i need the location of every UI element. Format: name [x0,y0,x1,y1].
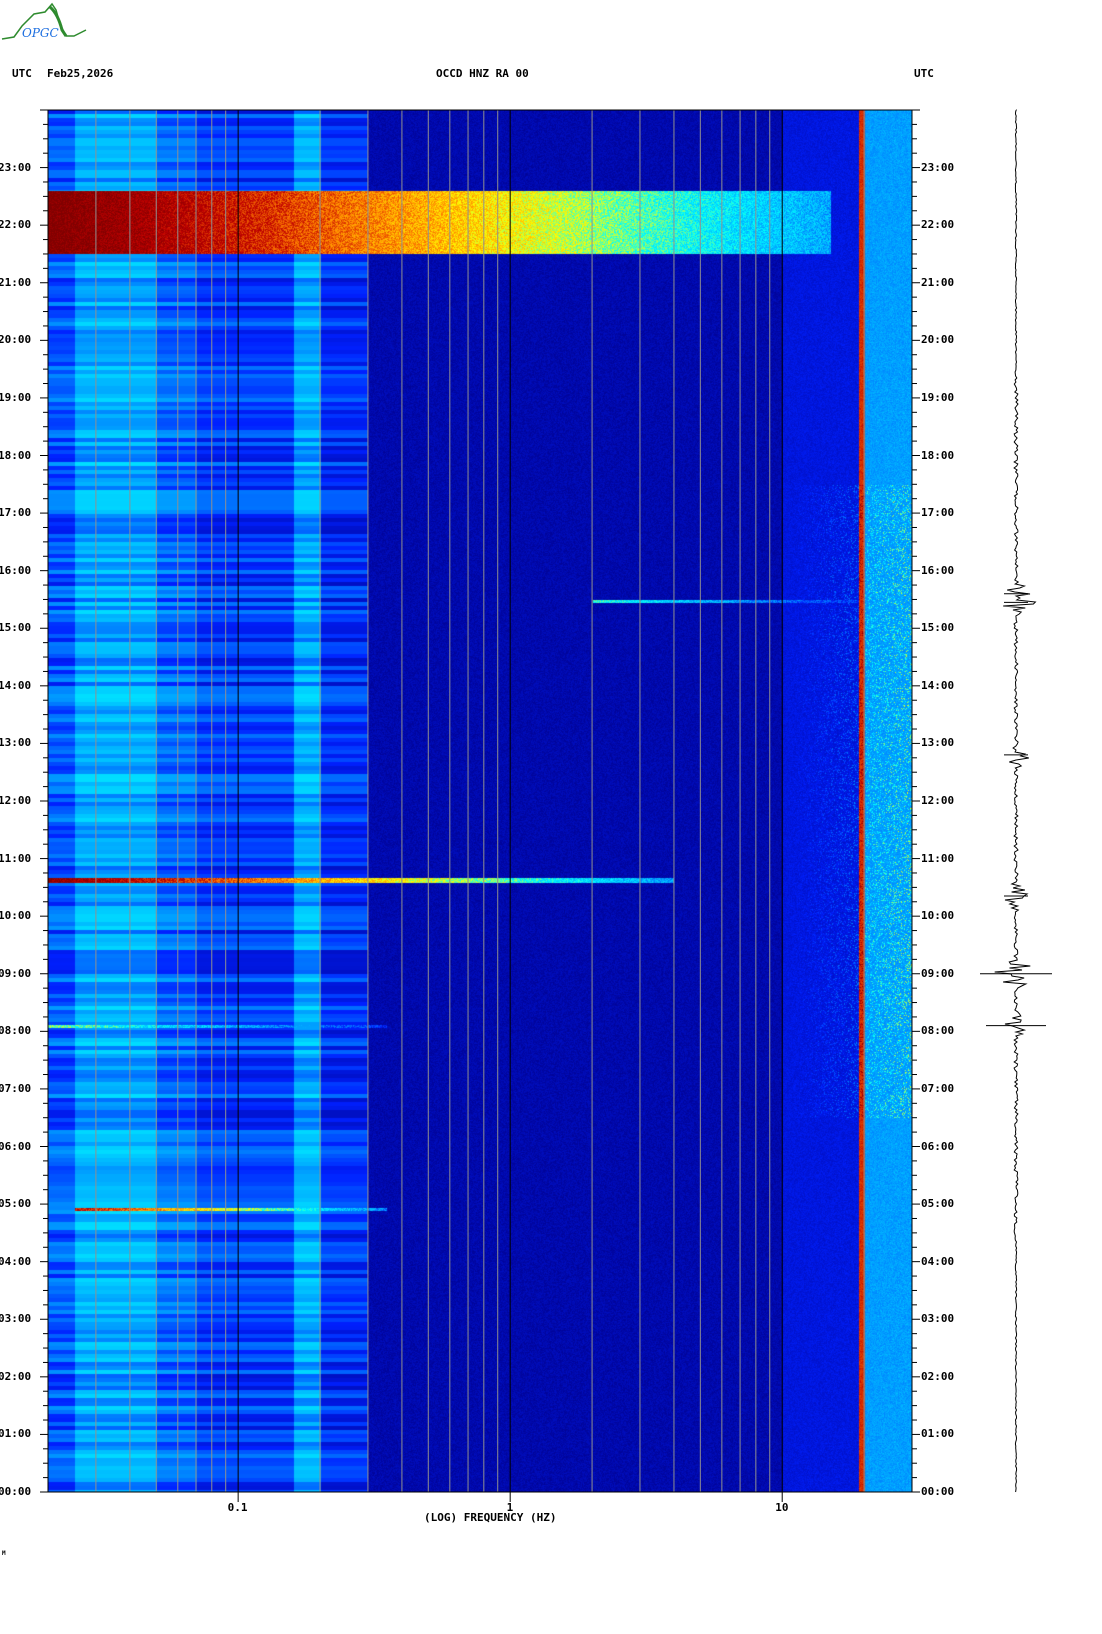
y-tick-label-left: 23:00 [0,160,32,174]
y-tick-label-left: 18:00 [0,448,32,462]
y-tick-label-left: 16:00 [0,563,32,577]
event-broadband-event [48,191,830,254]
x-axis-label: (LOG) FREQUENCY (HZ) [424,1511,557,1524]
y-tick-label-left: 13:00 [0,736,32,750]
y-tick-label-right: 06:00 [921,1139,955,1153]
y-tick-label-right: 07:00 [921,1081,955,1095]
event-event-0800 [48,1025,386,1028]
y-tick-label-right: 19:00 [921,390,955,404]
y-tick-label-right: 10:00 [921,909,955,923]
x-tick-label: 10 [775,1501,789,1514]
y-tick-label-right: 04:00 [921,1254,955,1268]
y-tick-label-left: 22:00 [0,218,32,232]
y-tick-label-right: 08:00 [921,1024,955,1038]
y-tick-label-right: 03:00 [921,1312,955,1326]
x-tick-label: 0.1 [227,1501,248,1514]
y-tick-label-left: 03:00 [0,1312,32,1326]
y-tick-label-right: 05:00 [921,1197,955,1211]
y-tick-label-right: 21:00 [921,275,955,289]
y-tick-label-left: 00:00 [0,1485,32,1498]
y-tick-label-left: 09:00 [0,966,32,980]
y-tick-label-left: 14:00 [0,678,32,692]
y-tick-label-right: 17:00 [921,506,955,520]
y-tick-label-left: 20:00 [0,333,32,347]
y-tick-label-right: 22:00 [921,218,955,232]
seismogram-trace [994,109,1037,1493]
y-tick-label-left: 07:00 [0,1081,32,1095]
y-tick-label-left: 21:00 [0,275,32,289]
y-tick-label-right: 11:00 [921,851,955,865]
y-tick-label-right: 13:00 [921,736,955,750]
event-event-1530 [592,599,864,602]
y-tick-label-left: 04:00 [0,1254,32,1268]
y-tick-label-left: 01:00 [0,1427,32,1441]
y-tick-label-left: 12:00 [0,794,32,807]
y-tick-label-right: 02:00 [921,1369,955,1383]
event-event-0500 [74,1208,386,1211]
y-tick-label-right: 16:00 [921,563,955,577]
y-tick-label-right: 15:00 [921,621,955,635]
y-tick-label-right: 20:00 [921,333,955,347]
event-teleseism-line [48,877,674,883]
y-tick-label-left: 08:00 [0,1024,32,1038]
y-tick-label-left: 19:00 [0,390,32,404]
y-tick-label-right: 14:00 [921,678,955,692]
y-tick-label-right: 01:00 [921,1427,955,1441]
footer-mark: M [2,1550,6,1557]
y-tick-label-left: 10:00 [0,909,32,923]
y-tick-label-left: 05:00 [0,1197,32,1211]
y-tick-label-left: 11:00 [0,851,32,865]
y-tick-label-left: 02:00 [0,1369,32,1383]
chart-overlay [40,109,1052,1502]
y-tick-label-right: 18:00 [921,448,955,462]
y-tick-label-right: 23:00 [921,160,955,174]
y-tick-label-left: 17:00 [0,506,32,520]
y-tick-label-left: 15:00 [0,621,32,635]
y-tick-label-right: 09:00 [921,966,955,980]
y-tick-label-right: 12:00 [921,794,955,807]
y-tick-label-left: 06:00 [0,1139,32,1153]
y-tick-label-right: 00:00 [921,1485,955,1498]
